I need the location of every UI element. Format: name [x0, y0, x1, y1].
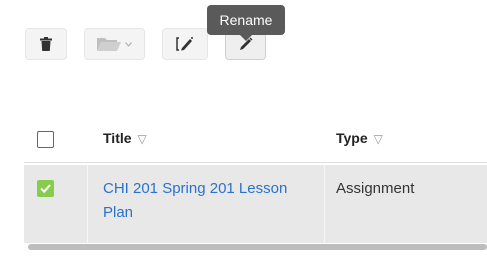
table-row[interactable]: CHI 201 Spring 201 Lesson Plan Assignmen… [24, 165, 487, 243]
edit-icon [176, 37, 194, 51]
folder-open-icon [97, 37, 121, 51]
column-divider [324, 165, 325, 243]
checkmark-icon [37, 184, 54, 201]
select-all-checkbox[interactable] [37, 131, 54, 148]
sort-icon: ▽ [137, 132, 147, 146]
trash-icon [40, 37, 52, 51]
column-title-label: Title [103, 130, 132, 146]
row-title-link[interactable]: CHI 201 Spring 201 Lesson Plan [103, 177, 313, 225]
chevron-down-icon [125, 41, 132, 47]
horizontal-scrollbar[interactable] [28, 244, 487, 250]
edit-button[interactable] [162, 28, 208, 60]
table-header: Title ▽ Type ▽ [24, 122, 487, 163]
row-checkbox[interactable] [37, 180, 54, 197]
tooltip-arrow [240, 35, 252, 41]
sort-icon: ▽ [373, 132, 383, 146]
delete-button[interactable] [25, 28, 67, 60]
move-to-folder-button[interactable] [84, 28, 145, 60]
column-header-type[interactable]: Type ▽ [336, 130, 383, 146]
row-type: Assignment [336, 180, 415, 197]
column-divider [87, 165, 88, 243]
column-type-label: Type [336, 130, 368, 146]
rename-tooltip: Rename [207, 5, 285, 35]
column-header-title[interactable]: Title ▽ [103, 130, 147, 146]
